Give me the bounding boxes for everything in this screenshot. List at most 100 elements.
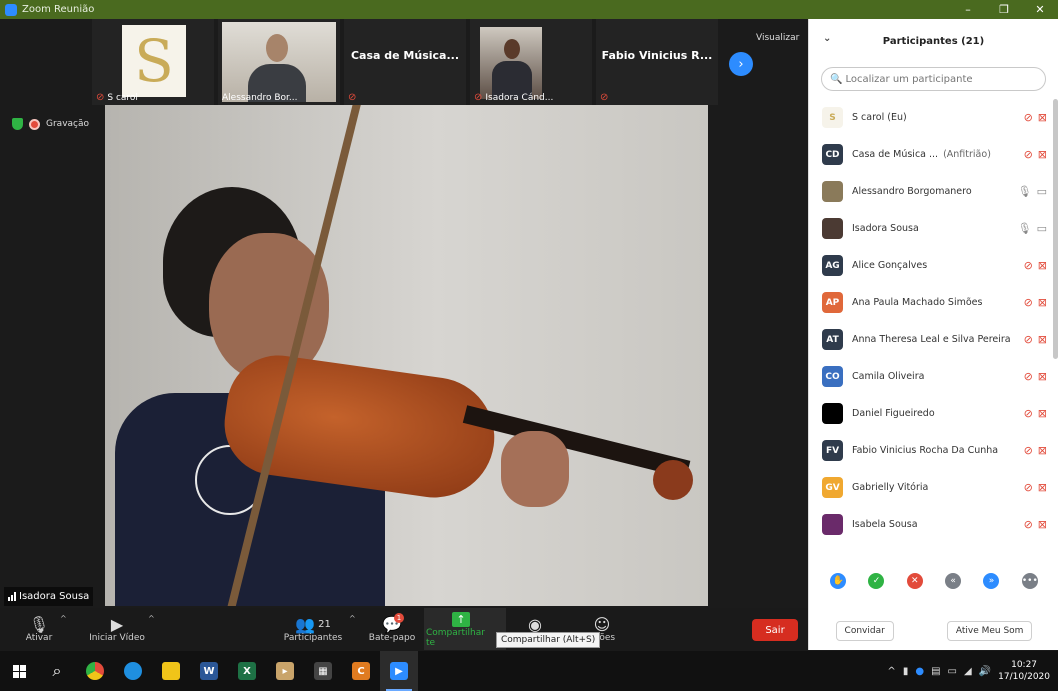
muted-mic-icon[interactable]: ⊘ (1024, 370, 1033, 383)
video-off-icon[interactable]: ⊠ (1038, 444, 1047, 457)
participant-status-icons: ⊘ ⊠ (1024, 296, 1047, 309)
muted-mic-icon[interactable]: ⊘ (1024, 481, 1033, 494)
muted-mic-icon[interactable]: ⊘ (1024, 333, 1033, 346)
no-icon[interactable]: ✕ (906, 573, 923, 589)
thumbnail-isadora[interactable]: ⊘ Isadora Cánd... (470, 19, 592, 105)
participant-row[interactable]: CO Camila Oliveira ⊘ ⊠ (809, 358, 1049, 395)
go-faster-icon[interactable]: » (983, 573, 1000, 589)
explorer-taskbar-button[interactable] (152, 651, 190, 691)
app-taskbar-button[interactable]: C (342, 651, 380, 691)
raise-hand-icon[interactable]: ✋ (830, 573, 847, 589)
participant-row[interactable]: FV Fabio Vinicius Rocha Da Cunha ⊘ ⊠ (809, 432, 1049, 469)
media-taskbar-button[interactable]: ▸ (266, 651, 304, 691)
participant-row[interactable]: Isabela Sousa ⊘ ⊠ (809, 506, 1049, 543)
muted-mic-icon[interactable]: ⊘ (1024, 407, 1033, 420)
participant-row[interactable]: AT Anna Theresa Leal e Silva Pereira ⊘ ⊠ (809, 321, 1049, 358)
participants-options-caret[interactable]: ^ (349, 614, 356, 623)
start-video-label: Iniciar Vídeo (89, 633, 145, 643)
close-button[interactable]: ✕ (1022, 3, 1058, 16)
video-off-icon[interactable]: ⊠ (1038, 370, 1047, 383)
video-off-icon[interactable]: ⊠ (1038, 333, 1047, 346)
zoom-taskbar-button[interactable]: ▶ (380, 651, 418, 691)
muted-mic-icon[interactable]: ⊘ (1024, 296, 1033, 309)
maximize-button[interactable]: ❐ (986, 3, 1022, 16)
participant-row[interactable]: SS carol (Eu) ⊘ ⊠ (809, 99, 1049, 136)
mic-icon[interactable]: 🎙 (1018, 185, 1032, 198)
participant-name-text: Anna Theresa Leal e Silva Pereira (852, 334, 1011, 345)
edge-taskbar-button[interactable] (114, 651, 152, 691)
scrollbar[interactable] (1053, 99, 1058, 359)
video-off-icon[interactable]: ⊠ (1038, 481, 1047, 494)
nonverbal-feedback-bar: ✋ ✓ ✕ « » ••• (809, 567, 1058, 595)
battery-icon[interactable]: ▭ (948, 666, 957, 677)
video-off-icon[interactable]: ⊠ (1038, 148, 1047, 161)
search-taskbar-button[interactable]: ⌕ (38, 651, 76, 691)
clock[interactable]: 10:27 17/10/2020 (998, 659, 1050, 683)
word-taskbar-button[interactable]: W (190, 651, 228, 691)
muted-mic-icon[interactable]: ⊘ (1024, 444, 1033, 457)
participant-name: Casa de Música ... (Anfitrião) (852, 149, 991, 160)
thumbnail-fabio[interactable]: Fabio Vinicius R... ⊘ (596, 19, 718, 105)
video-off-icon[interactable]: ⊠ (1038, 518, 1047, 531)
muted-mic-icon[interactable]: ⊘ (1024, 259, 1033, 272)
chat-button[interactable]: 💬 1 Bate-papo (368, 608, 416, 650)
start-button[interactable] (0, 651, 38, 691)
shield-icon[interactable] (12, 118, 23, 130)
unmute-button[interactable]: 🎙 Ativar (20, 608, 58, 650)
media-player-icon: ▸ (276, 662, 294, 680)
next-page-button[interactable]: › (729, 52, 753, 76)
video-off-icon[interactable]: ⊠ (1038, 296, 1047, 309)
video-options-caret[interactable]: ^ (148, 614, 155, 623)
mic-icon[interactable]: 🎙 (1018, 222, 1032, 235)
host-badge: (Anfitrião) (943, 149, 991, 160)
chrome-taskbar-button[interactable] (76, 651, 114, 691)
leave-meeting-button[interactable]: Sair (752, 619, 798, 641)
participant-row[interactable]: GV Gabrielly Vitória ⊘ ⊠ (809, 469, 1049, 506)
view-toggle[interactable]: Visualizar (756, 33, 799, 43)
muted-mic-icon[interactable]: ⊘ (1024, 518, 1033, 531)
zoom-tray-icon[interactable]: ● (915, 666, 924, 677)
video-icon[interactable]: ▭ (1037, 185, 1047, 198)
participant-row[interactable]: AG Alice Gonçalves ⊘ ⊠ (809, 247, 1049, 284)
thumbnail-alessandro[interactable]: Alessandro Bor... (218, 19, 340, 105)
participant-row[interactable]: Daniel Figueiredo ⊘ ⊠ (809, 395, 1049, 432)
volume-icon[interactable]: 🔊 (979, 666, 991, 677)
thumbnail-s-carol[interactable]: S ⊘ S carol (92, 19, 214, 105)
participant-search-input[interactable] (845, 73, 1026, 85)
clock-date: 17/10/2020 (998, 672, 1050, 682)
go-slower-icon[interactable]: « (945, 573, 962, 589)
participants-button[interactable]: 👥 21 Participantes (282, 608, 344, 650)
thumbnail-casa-de-musica[interactable]: Casa de Música... ⊘ (344, 19, 466, 105)
video-off-icon[interactable]: ⊠ (1038, 407, 1047, 420)
chevron-down-icon[interactable]: ⌄ (823, 33, 831, 44)
avatar (822, 403, 843, 424)
video-icon[interactable]: ▭ (1037, 222, 1047, 235)
video-off-icon[interactable]: ⊠ (1038, 259, 1047, 272)
invite-button[interactable]: Convidar (835, 621, 894, 641)
start-video-button[interactable]: ▶ Iniciar Vídeo (88, 608, 146, 650)
chat-badge: 1 (394, 613, 405, 623)
muted-mic-icon[interactable]: ⊘ (1024, 148, 1033, 161)
share-screen-button[interactable]: ↑ Compartilhar te (426, 608, 496, 650)
participant-search[interactable]: 🔍 (821, 67, 1046, 91)
chevron-up-icon[interactable]: ^ (887, 666, 895, 677)
participant-row[interactable]: AP Ana Paula Machado Simões ⊘ ⊠ (809, 284, 1049, 321)
yes-icon[interactable]: ✓ (868, 573, 885, 589)
participant-name-text: Isabela Sousa (852, 519, 918, 530)
audio-options-caret[interactable]: ^ (60, 614, 67, 623)
wifi-icon[interactable]: ◢ (964, 666, 972, 677)
excel-taskbar-button[interactable]: X (228, 651, 266, 691)
share-tooltip: Compartilhar (Alt+S) (496, 632, 601, 648)
video-editor-taskbar-button[interactable]: ▦ (304, 651, 342, 691)
video-off-icon[interactable]: ⊠ (1038, 111, 1047, 124)
more-icon[interactable]: ••• (1021, 573, 1038, 589)
unmute-me-button[interactable]: Ative Meu Som (946, 621, 1033, 641)
participant-row[interactable]: Isadora Sousa 🎙 ▭ (809, 210, 1049, 247)
participant-row[interactable]: CD Casa de Música ... (Anfitrião) ⊘ ⊠ (809, 136, 1049, 173)
participant-row[interactable]: Alessandro Borgomanero 🎙 ▭ (809, 173, 1049, 210)
muted-mic-icon: ⊘ (348, 92, 357, 103)
minimize-button[interactable]: – (950, 3, 986, 16)
usb-icon[interactable]: ▮ (903, 666, 909, 677)
network-icon[interactable]: ▤ (931, 666, 940, 677)
muted-mic-icon[interactable]: ⊘ (1024, 111, 1033, 124)
